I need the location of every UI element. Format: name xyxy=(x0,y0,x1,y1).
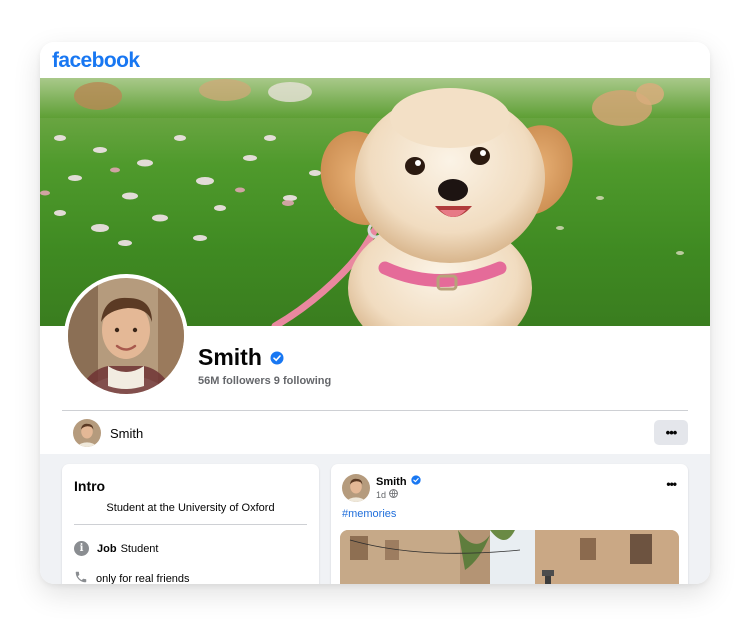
subbar-name[interactable]: Smith xyxy=(110,426,143,441)
profile-avatar[interactable] xyxy=(64,274,188,398)
profile-name: Smith xyxy=(198,344,284,371)
facebook-logo[interactable]: facebook xyxy=(52,49,140,73)
post-timestamp[interactable]: 1d xyxy=(376,489,398,500)
top-bar: facebook xyxy=(40,42,710,78)
verified-badge-icon xyxy=(410,475,421,488)
intro-phone-row: only for real friends xyxy=(74,570,190,584)
intro-card: Intro Student at the University of Oxfor… xyxy=(62,464,319,584)
phone-icon xyxy=(74,570,88,584)
profile-divider xyxy=(62,410,688,411)
post-avatar-image xyxy=(342,474,370,502)
verified-badge-icon xyxy=(270,344,284,371)
post-photo[interactable] xyxy=(340,530,679,584)
profile-sub-bar: Smith ••• xyxy=(62,416,688,450)
subbar-avatar[interactable] xyxy=(73,419,101,447)
post-photo-street-illustration xyxy=(340,530,679,584)
intro-phone-value: only for real friends xyxy=(96,572,190,585)
intro-job-value: Student xyxy=(120,542,159,555)
subbar-avatar-image xyxy=(73,419,101,447)
profile-more-button[interactable]: ••• xyxy=(654,420,688,445)
profile-name-text: Smith xyxy=(198,344,262,370)
post-hashtag[interactable]: #memories xyxy=(342,508,396,520)
post-time-text[interactable]: 1d xyxy=(376,490,386,500)
profile-avatar-image xyxy=(68,278,184,394)
intro-title: Intro xyxy=(74,478,106,494)
intro-job-label: Job xyxy=(97,542,117,555)
globe-icon xyxy=(389,489,398,500)
intro-divider xyxy=(74,524,307,525)
intro-bio: Student at the University of Oxford xyxy=(106,502,275,514)
post-more-button[interactable]: ••• xyxy=(666,477,677,491)
post-author[interactable]: Smith xyxy=(376,475,421,488)
intro-job-row: i Job Student xyxy=(74,541,158,556)
info-icon: i xyxy=(74,541,89,556)
post-card: Smith 1d ••• #memories xyxy=(331,464,688,584)
followers-count[interactable]: 56M followers 9 following xyxy=(198,375,331,387)
post-author-name[interactable]: Smith xyxy=(376,476,407,488)
post-author-avatar[interactable] xyxy=(342,474,370,502)
